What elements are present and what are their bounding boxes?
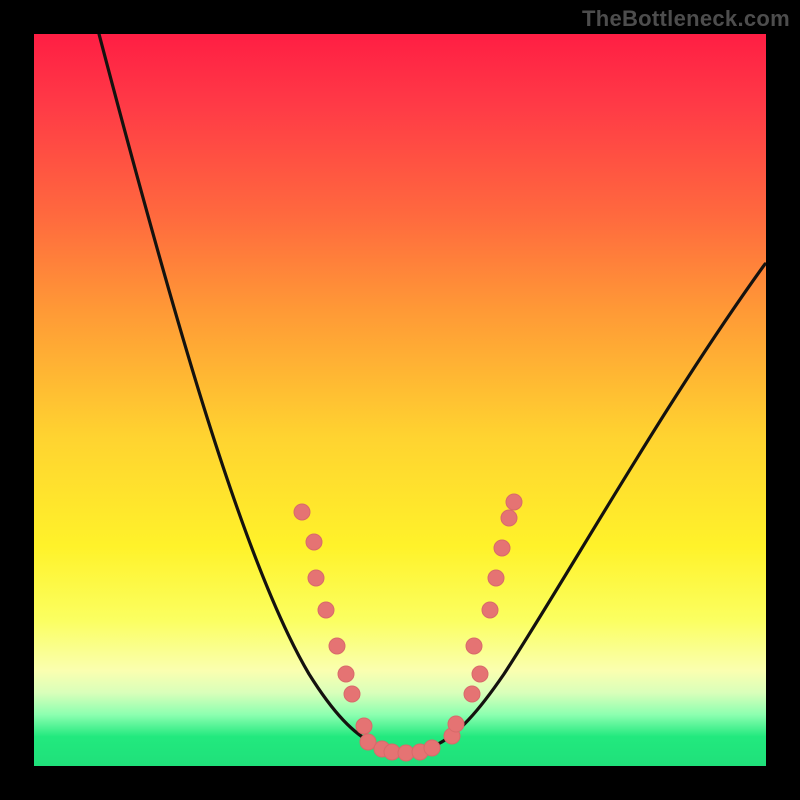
data-dot — [329, 638, 345, 654]
data-dot — [360, 734, 376, 750]
data-dot — [501, 510, 517, 526]
data-dot — [318, 602, 334, 618]
data-dot — [448, 716, 464, 732]
chart-frame: TheBottleneck.com — [0, 0, 800, 800]
data-dot — [424, 740, 440, 756]
data-dot — [308, 570, 324, 586]
data-dot — [506, 494, 522, 510]
curve-layer — [99, 34, 765, 752]
watermark-text: TheBottleneck.com — [582, 6, 790, 32]
data-dot — [338, 666, 354, 682]
chart-svg — [34, 34, 766, 766]
data-dot — [344, 686, 360, 702]
dots-layer — [294, 494, 522, 761]
data-dot — [466, 638, 482, 654]
data-dot — [482, 602, 498, 618]
bottleneck-curve — [99, 34, 765, 752]
data-dot — [494, 540, 510, 556]
data-dot — [294, 504, 310, 520]
data-dot — [488, 570, 504, 586]
data-dot — [472, 666, 488, 682]
data-dot — [356, 718, 372, 734]
data-dot — [306, 534, 322, 550]
chart-plot-area — [34, 34, 766, 766]
data-dot — [464, 686, 480, 702]
